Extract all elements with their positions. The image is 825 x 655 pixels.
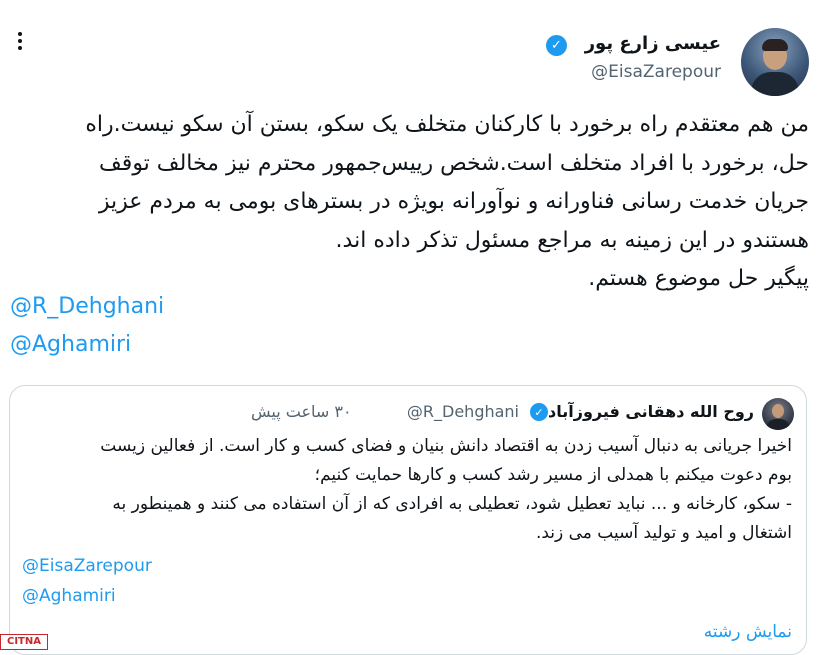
avatar-body-shape [751,72,799,96]
author-avatar[interactable] [741,28,809,96]
mention-link[interactable]: @Aghamiri [22,586,116,606]
quoted-author-name: روح الله دهقانی فیروزآبادی [533,402,754,421]
verified-check-icon: ✓ [530,403,548,421]
more-options-icon[interactable] [8,28,32,54]
mention-link[interactable]: @Aghamiri [10,332,131,357]
mention-link[interactable]: @EisaZarepour [22,556,152,576]
quoted-tweet-text: اخیرا جریانی به دنبال آسیب زدن به اقتصاد… [100,436,792,543]
verified-check-icon: ✓ [546,35,567,56]
avatar-body-shape [766,419,790,430]
quoted-tweet-time: ۳۰ ساعت پیش [251,402,352,421]
mention-link[interactable]: @R_Dehghani [10,294,164,319]
quoted-author-handle: @R_Dehghani [406,402,519,421]
quoted-tweet-card[interactable]: روح الله دهقانی فیروزآبادی ✓ @R_Dehghani… [9,385,807,655]
avatar-head-shape [772,404,784,418]
avatar-hair-shape [762,39,788,51]
tweet-text: من هم معتقدم راه برخورد با کارکنان متخلف… [85,112,809,291]
author-name[interactable]: عیسی زارع پور [585,33,721,54]
show-thread-link[interactable]: نمایش رشته [704,622,792,642]
quoted-author-avatar[interactable] [762,398,794,430]
author-handle[interactable]: @EisaZarepour [591,62,721,82]
watermark-logo: CITNA [0,634,48,650]
